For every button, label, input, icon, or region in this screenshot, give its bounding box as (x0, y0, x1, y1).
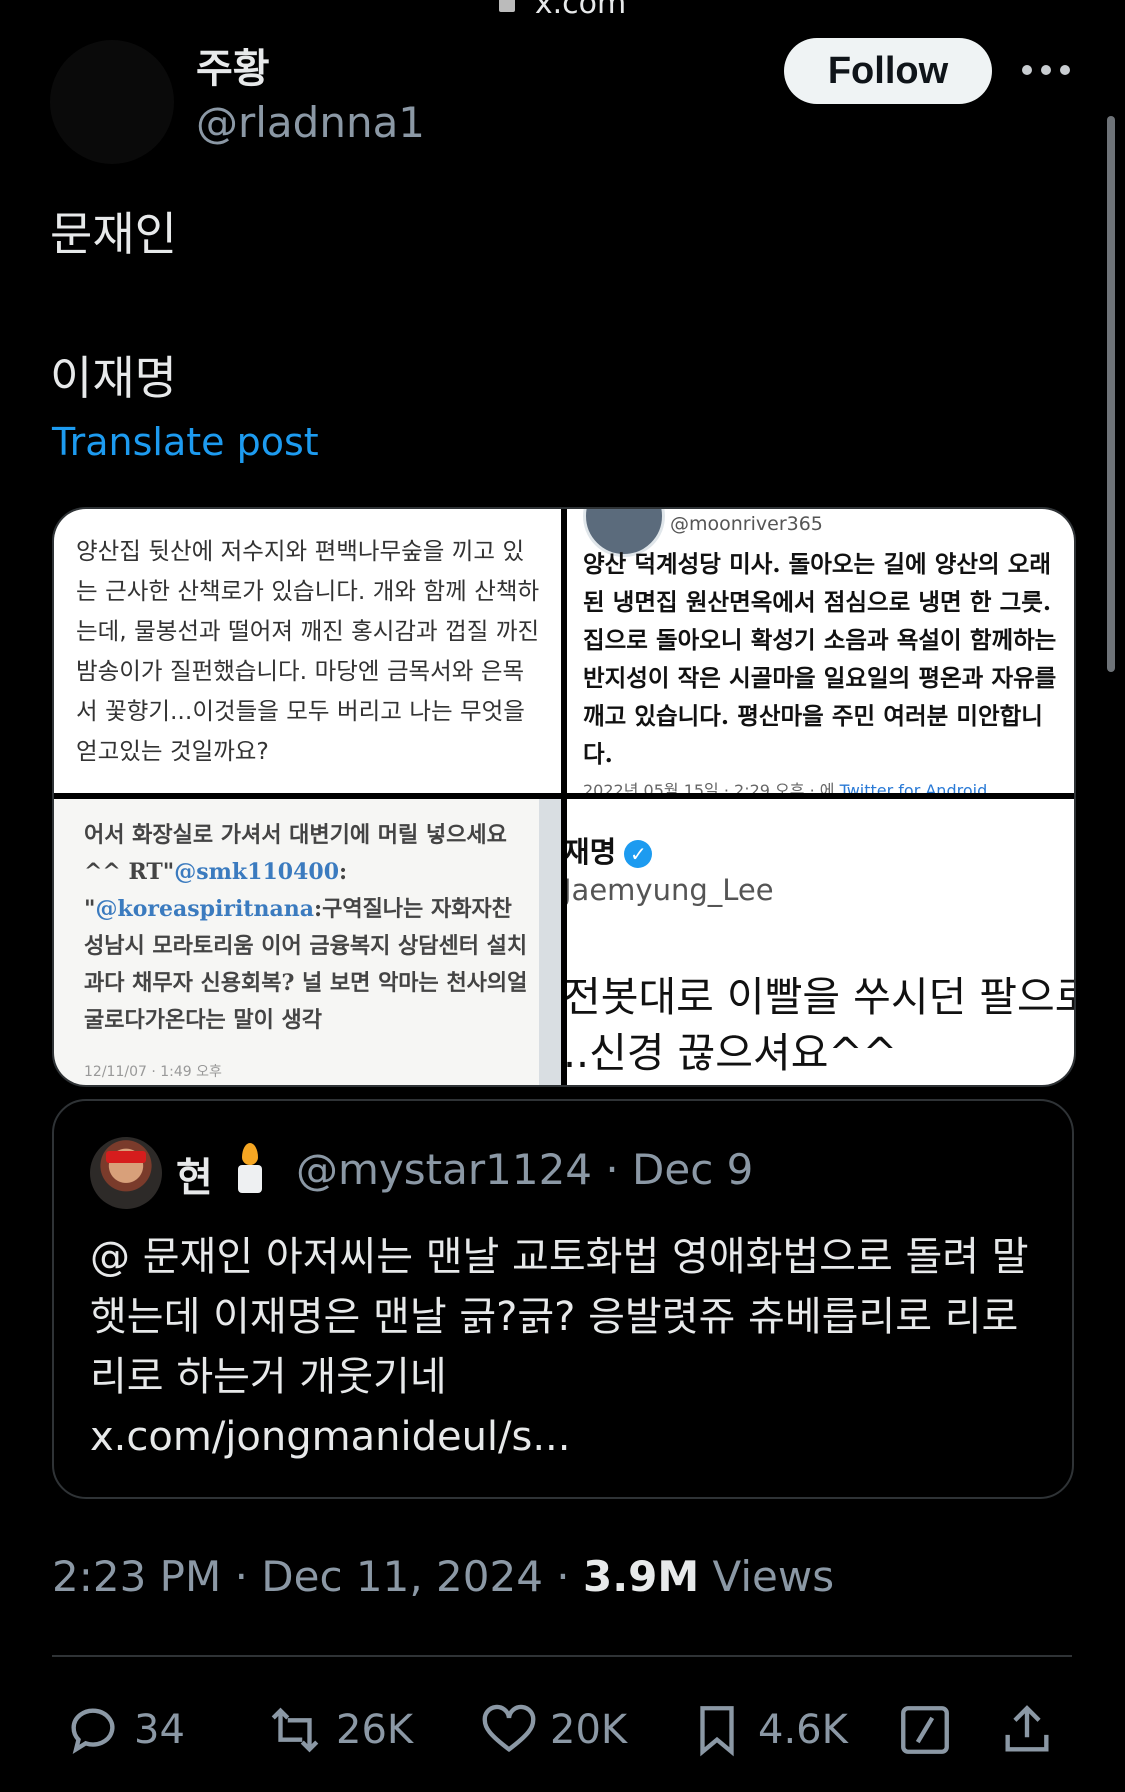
lock-icon (498, 0, 515, 12)
media-1-text: 양산집 뒷산에 저수지와 편백나무숲을 끼고 있는 근사한 산책로가 있습니다.… (76, 537, 540, 765)
bookmark-button[interactable]: 4.6K (688, 1690, 848, 1770)
quoted-author-name[interactable]: 현 (176, 1145, 213, 1203)
media-4-name: 재명 ✓ (567, 829, 653, 871)
post-text-line-2: 이재명 (50, 351, 177, 405)
repost-icon (271, 1707, 319, 1753)
grok-icon (901, 1706, 949, 1754)
media-image-4[interactable]: 재명 ✓ Jaemyung_Lee 전봇대로 이빨을 쑤시던 팔으로 ..신경 끊으… (567, 799, 1074, 1085)
quoted-post[interactable]: 현 @mystar1124 · Dec 9 @ 문재인 아저씨는 맨날 교토화법… (52, 1099, 1074, 1499)
quoted-author-avatar[interactable] (90, 1137, 162, 1209)
media-3-edge (539, 799, 561, 1085)
divider (52, 1655, 1072, 1657)
like-count: 20K (550, 1707, 628, 1753)
media-2-handle: @moonriver365 (670, 513, 823, 535)
address-bar[interactable]: x.com (0, 0, 1125, 21)
post-timestamp: 2:23 PM · Dec 11, 2024 · 3.9M Views (52, 1552, 834, 1601)
like-button[interactable]: 20K (480, 1690, 627, 1770)
reply-button[interactable]: 34 (64, 1690, 185, 1770)
like-icon (482, 1704, 536, 1753)
bookmark-count: 4.6K (758, 1707, 848, 1753)
follow-button[interactable]: Follow (784, 38, 992, 104)
translate-post-link[interactable]: Translate post (52, 420, 319, 464)
media-image-3[interactable]: 어서 화장실로 가셔서 대변기에 머릴 넣으세요^^ RT"@smk110400… (54, 799, 561, 1085)
author-handle[interactable]: @rladnna1 (196, 98, 425, 147)
repost-count: 26K (336, 1707, 414, 1753)
share-icon (1005, 1705, 1049, 1752)
scrollbar[interactable] (1107, 116, 1115, 672)
post-text-line-1: 문재인 (50, 207, 177, 261)
quoted-author-meta[interactable]: @mystar1124 · Dec 9 (296, 1145, 753, 1194)
media-4-text: 전봇대로 이빨을 쑤시던 팔으로 ..신경 끊으셔요^^ (567, 973, 1074, 1077)
grok-button[interactable] (896, 1690, 954, 1770)
author-avatar[interactable] (50, 40, 174, 164)
quoted-post-text: @ 문재인 아저씨는 맨날 교토화법 영애화법으로 돌려 말햇는데 이재명은 맨… (90, 1234, 1029, 1460)
more-icon[interactable] (1022, 56, 1070, 84)
reply-icon (71, 1708, 115, 1755)
media-image-1[interactable]: 양산집 뒷산에 저수지와 편백나무숲을 끼고 있는 근사한 산책로가 있습니다.… (54, 509, 561, 793)
media-2-text: 양산 덕계성당 미사. 돌아오는 길에 양산의 오래된 냉면집 원산면옥에서 점… (583, 550, 1057, 768)
reply-count: 34 (134, 1707, 185, 1753)
media-2-date: 2022년 05월 15일 · 2:29 오후 · 에 Twitter for … (583, 781, 988, 793)
verified-icon: ✓ (624, 840, 653, 868)
media-3-date: 12/11/07 · 1:49 오후 (84, 1064, 222, 1080)
bookmark-icon (700, 1706, 734, 1757)
repost-button[interactable]: 26K (266, 1690, 413, 1770)
share-button[interactable] (998, 1690, 1056, 1770)
media-3-text: 어서 화장실로 가셔서 대변기에 머릴 넣으세요^^ RT"@smk110400… (84, 822, 528, 1033)
media-image-2[interactable]: @moonriver365 양산 덕계성당 미사. 돌아오는 길에 양산의 오래… (567, 509, 1074, 793)
candle-icon (234, 1143, 264, 1193)
author-display-name[interactable]: 주황 (196, 36, 270, 94)
media-grid: 양산집 뒷산에 저수지와 편백나무숲을 끼고 있는 근사한 산책로가 있습니다.… (52, 507, 1076, 1087)
action-bar: 34 26K 20K 4.6K (0, 1690, 1125, 1770)
views-label: Views (699, 1552, 835, 1601)
url-text: x.com (534, 0, 627, 21)
views-count: 3.9M (583, 1552, 700, 1601)
media-4-handle: Jaemyung_Lee (567, 873, 774, 907)
post-time-date[interactable]: 2:23 PM · Dec 11, 2024 · (52, 1552, 583, 1601)
